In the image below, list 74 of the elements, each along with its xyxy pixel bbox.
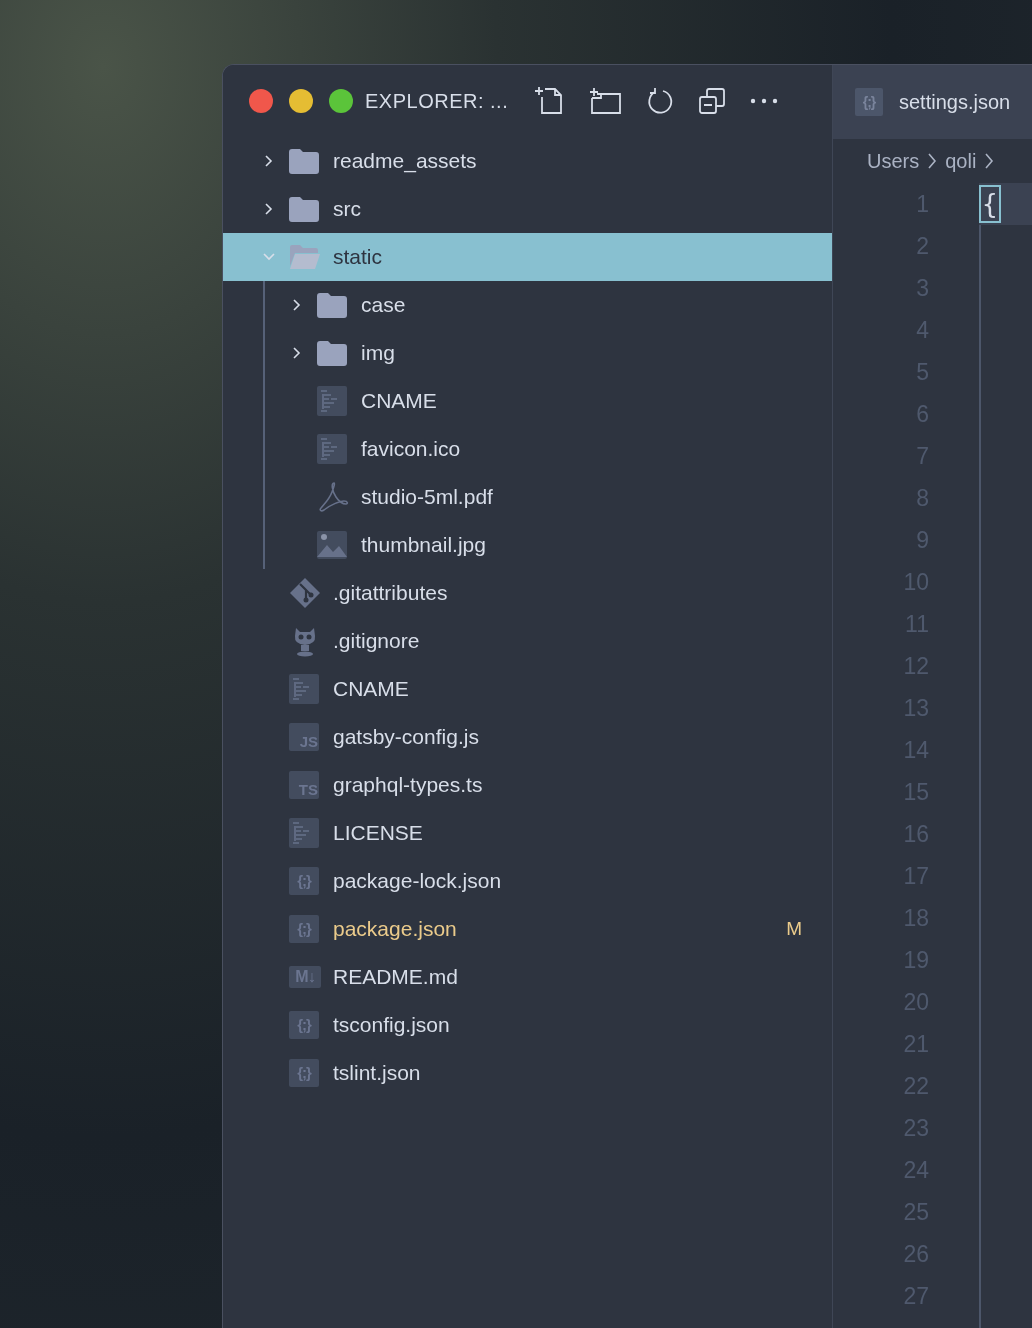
file-name: tslint.json (333, 1061, 422, 1085)
file-name: CNAME (361, 389, 438, 413)
open-folder-icon (289, 244, 321, 270)
tree-row[interactable]: studio-5ml.pdf (223, 473, 832, 521)
close-button[interactable] (249, 89, 273, 113)
file-name: img (361, 341, 396, 365)
file-name: LICENSE (333, 821, 424, 845)
file-name: thumbnail.jpg (361, 533, 487, 557)
file-name: graphql-types.ts (333, 773, 484, 797)
tree-row[interactable]: img (223, 329, 832, 377)
git-status: M (786, 918, 802, 940)
tree-row[interactable]: CNAME (223, 665, 832, 713)
maximize-button[interactable] (329, 89, 353, 113)
file-name: CNAME (333, 677, 410, 701)
text-file-icon (289, 818, 319, 848)
file-name: README.md (333, 965, 459, 989)
tree-row[interactable]: thumbnail.jpg (223, 521, 832, 569)
chevron-right-icon[interactable] (292, 298, 302, 312)
file-name: case (361, 293, 407, 317)
json-file-icon: {;} (289, 1059, 319, 1087)
image-file-icon (317, 531, 347, 559)
json-file-icon: {;} (289, 1011, 319, 1039)
tree-row[interactable]: {;} tslint.json (223, 1049, 832, 1097)
file-name: studio-5ml.pdf (361, 485, 494, 509)
file-name: package-lock.json (333, 869, 503, 893)
chevron-right-icon (984, 151, 995, 171)
folder-icon (317, 340, 347, 366)
tree-row[interactable]: src (223, 185, 832, 233)
tree-row[interactable]: LICENSE (223, 809, 832, 857)
breadcrumb-item[interactable]: Users (867, 149, 920, 173)
tree-row[interactable]: case (223, 281, 832, 329)
new-folder-icon[interactable] (589, 87, 622, 115)
tree-row[interactable]: {;} package.json M (223, 905, 832, 953)
more-icon[interactable] (750, 98, 779, 104)
tree-row[interactable]: static (223, 233, 832, 281)
tree-row[interactable]: {;} package-lock.json (223, 857, 832, 905)
tree-row[interactable]: CNAME (223, 377, 832, 425)
file-name: package.json (333, 917, 458, 941)
file-name: .gitignore (333, 629, 421, 653)
text-file-icon (289, 674, 319, 704)
tree-row[interactable]: .gitattributes (223, 569, 832, 617)
chevron-right-icon (927, 151, 938, 171)
refresh-icon[interactable] (646, 87, 675, 115)
panel-title: EXPLORER: ... (365, 89, 509, 113)
file-name: favicon.ico (361, 437, 462, 461)
tree-row[interactable]: favicon.ico (223, 425, 832, 473)
breadcrumb-item[interactable]: qoli (945, 149, 977, 173)
folder-icon (289, 148, 319, 174)
chevron-right-icon[interactable] (264, 154, 274, 168)
tree-row[interactable]: .gitignore (223, 617, 832, 665)
text-file-icon (317, 386, 347, 416)
git-icon (289, 577, 321, 609)
editor-tab[interactable]: {;} settings.json (833, 65, 1032, 139)
file-name: readme_assets (333, 149, 478, 173)
text-file-icon (317, 434, 347, 464)
code-area[interactable]: { (979, 183, 1032, 1328)
json-file-icon: {;} (289, 915, 319, 943)
tree-row[interactable]: readme_assets (223, 137, 832, 185)
minimize-button[interactable] (289, 89, 313, 113)
pdf-file-icon (317, 481, 349, 513)
json-file-icon: {;} (289, 867, 319, 895)
file-name: .gitattributes (333, 581, 449, 605)
tree-row[interactable]: {;} tsconfig.json (223, 1001, 832, 1049)
file-name: static (333, 245, 383, 269)
new-file-icon[interactable] (534, 86, 565, 116)
folder-icon (317, 292, 347, 318)
file-name: tsconfig.json (333, 1013, 451, 1037)
chevron-right-icon[interactable] (264, 202, 274, 216)
json-file-icon: {;} (855, 88, 883, 116)
folder-icon (289, 196, 319, 222)
file-name: src (333, 197, 362, 221)
collapse-all-icon[interactable] (699, 88, 726, 114)
chevron-right-icon[interactable] (292, 346, 302, 360)
file-name: gatsby-config.js (333, 725, 480, 749)
